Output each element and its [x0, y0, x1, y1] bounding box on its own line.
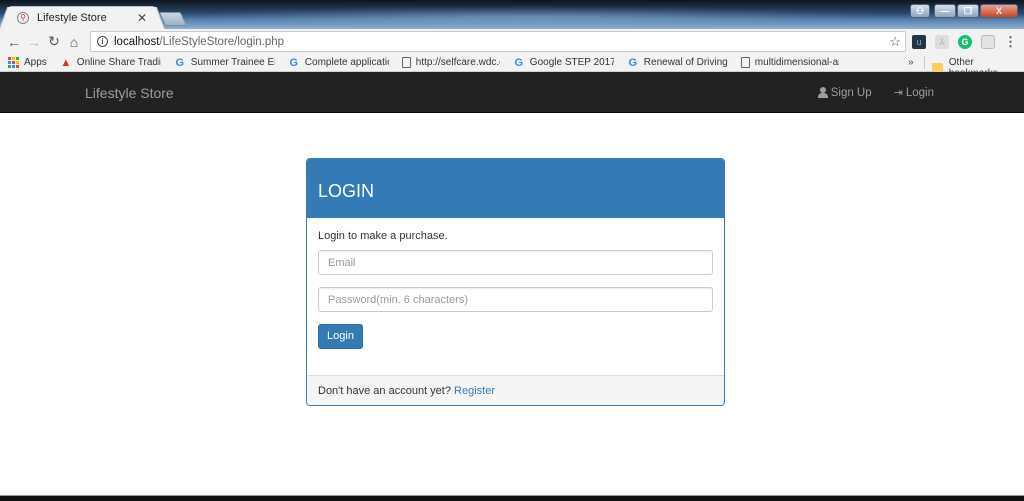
bookmark-item[interactable]: multidimensional-arr [740, 57, 839, 68]
bookmarks-bar: Apps ▲ Online Share Trading G Summer Tra… [0, 54, 1024, 79]
close-window-button[interactable]: X [980, 4, 1018, 18]
bookmark-item[interactable]: G Complete application [288, 57, 389, 69]
extension-icon[interactable]: u [912, 35, 926, 49]
google-icon: G [175, 56, 185, 69]
tab-title: Lifestyle Store [37, 12, 107, 24]
tab-favicon-icon: ⚲ [17, 12, 29, 24]
google-icon: G [514, 56, 524, 69]
forward-arrow-icon[interactable]: → [24, 34, 44, 50]
browser-tab[interactable]: ⚲ Lifestyle Store ✕ [8, 6, 156, 29]
bookmark-star-icon[interactable]: ☆ [889, 34, 901, 50]
bookmark-item[interactable]: G Google STEP 2017 - S [513, 57, 614, 69]
shield-extension-icon[interactable] [981, 35, 995, 49]
login-link[interactable]: ⇥ Login [893, 86, 934, 100]
navbar-brand[interactable]: Lifestyle Store [85, 85, 174, 101]
bookmark-item[interactable]: http://selfcare.wdc.co [401, 57, 500, 68]
footer-text: Don't have an account yet? [318, 385, 455, 397]
taskbar-edge [0, 495, 1024, 501]
site-navbar: Lifestyle Store Sign Up ⇥ Login [0, 72, 1024, 113]
panel-footer: Don't have an account yet? Register [307, 375, 724, 405]
extension-icons: u ⅄ G ⋮ [912, 34, 1017, 50]
window-titlebar: ⚲ Lifestyle Store ✕ ⚇ — ❐ X [0, 0, 1024, 29]
bookmark-item[interactable]: G Renewal of Driving Li [627, 57, 728, 69]
info-icon[interactable]: i [97, 36, 108, 47]
password-input[interactable] [318, 287, 713, 312]
home-icon[interactable]: ⌂ [64, 34, 84, 50]
bookmark-item[interactable]: ▲ Online Share Trading [60, 56, 160, 69]
panel-body: Login to make a purchase. Login [307, 218, 724, 375]
url-path: /LifeStyleStore/login.php [159, 35, 285, 48]
angel-logo-icon: ▲ [60, 56, 72, 69]
signup-link[interactable]: Sign Up [817, 86, 872, 99]
reload-icon[interactable]: ↻ [44, 33, 64, 50]
login-panel: LOGIN Login to make a purchase. Login Do… [306, 158, 725, 406]
bookmark-item[interactable]: G Summer Trainee Engi [174, 57, 275, 69]
document-icon [401, 57, 411, 68]
user-profile-icon[interactable]: ⚇ [910, 4, 930, 18]
google-icon: G [289, 56, 299, 69]
user-icon [817, 87, 828, 98]
back-arrow-icon[interactable]: ← [4, 34, 24, 50]
login-button[interactable]: Login [318, 324, 363, 349]
grammarly-icon[interactable]: G [958, 35, 972, 49]
url-host: localhost [114, 35, 160, 48]
minimize-button[interactable]: — [934, 4, 956, 18]
document-icon [740, 57, 750, 68]
panel-heading: LOGIN [307, 159, 724, 218]
google-icon: G [628, 56, 638, 69]
window-controls: ⚇ — ❐ X [910, 4, 1018, 18]
browser-toolbar: ← → ↻ ⌂ i localhost /LifeStyleStore/logi… [0, 29, 1024, 54]
log-in-icon: ⇥ [893, 87, 903, 99]
register-link[interactable]: Register [454, 385, 495, 397]
menu-kebab-icon[interactable]: ⋮ [1004, 34, 1017, 50]
panel-title: LOGIN [318, 181, 375, 201]
bookmarks-overflow-button[interactable]: » [908, 57, 914, 68]
maximize-button[interactable]: ❐ [957, 4, 979, 18]
login-subtitle: Login to make a purchase. [318, 230, 448, 242]
navbar-links: Sign Up ⇥ Login [817, 86, 934, 100]
apps-grid-icon [8, 57, 19, 68]
bookmark-apps[interactable]: Apps [8, 57, 47, 68]
pdf-extension-icon[interactable]: ⅄ [935, 35, 949, 49]
bookmarks-divider [924, 56, 925, 69]
tab-close-icon[interactable]: ✕ [137, 11, 147, 25]
address-bar[interactable]: i localhost /LifeStyleStore/login.php ☆ [90, 31, 906, 52]
email-input[interactable] [318, 250, 713, 275]
